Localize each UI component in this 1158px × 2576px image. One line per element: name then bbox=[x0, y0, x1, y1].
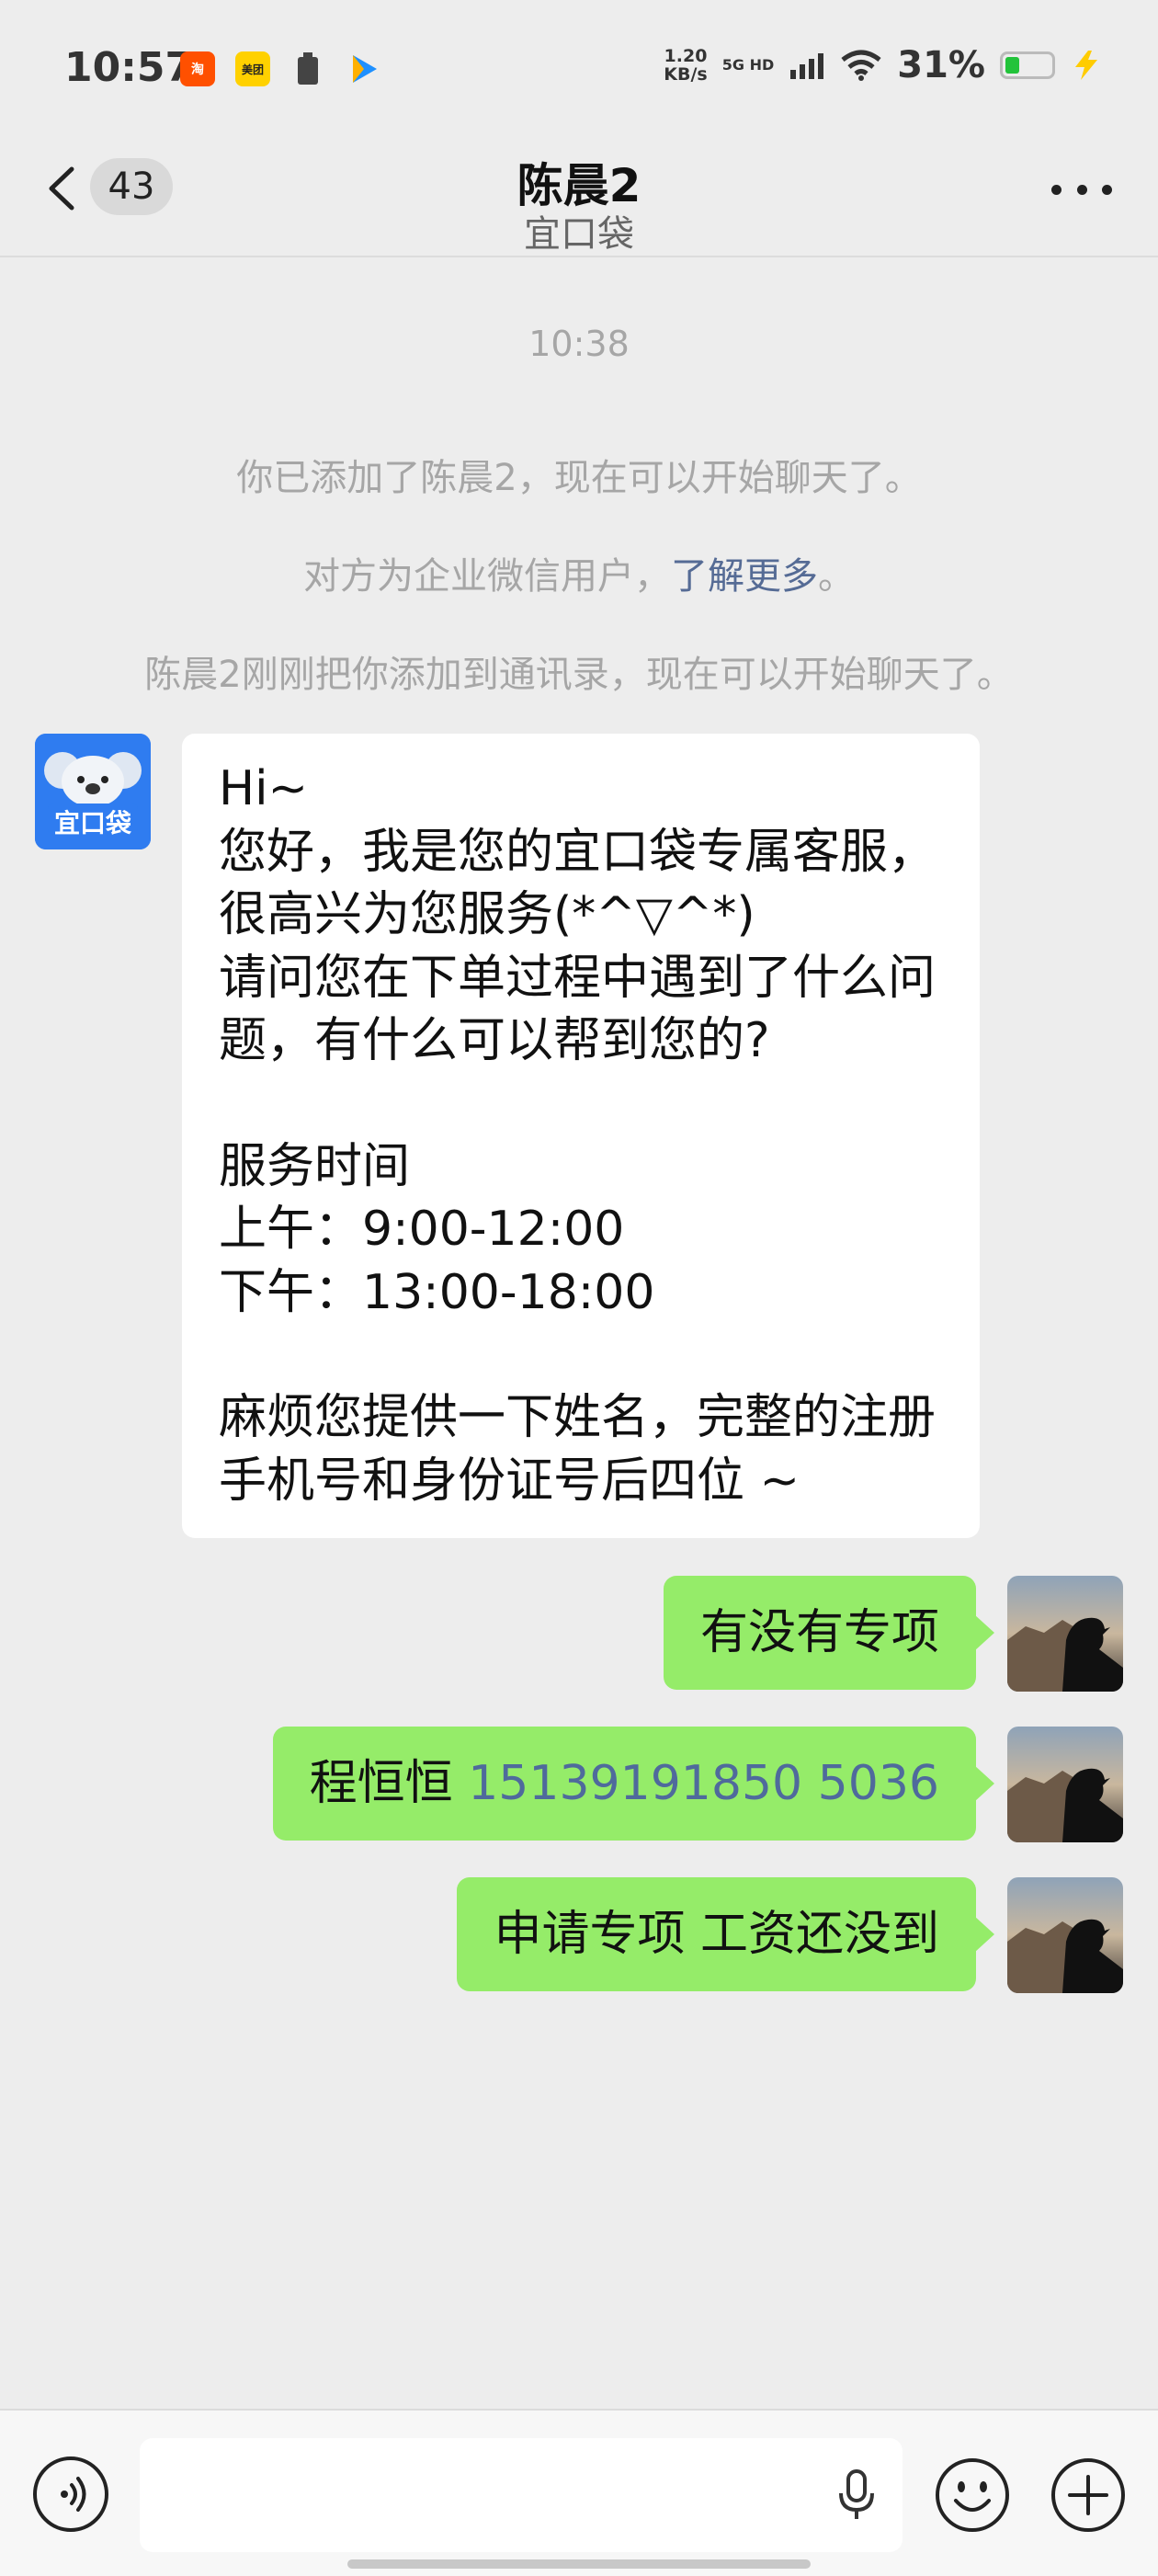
message-timestamp: 10:38 bbox=[528, 324, 630, 364]
wifi-icon bbox=[841, 50, 881, 81]
status-time: 10:57 bbox=[64, 44, 194, 91]
contact-avatar[interactable]: 宜口袋 bbox=[35, 734, 151, 849]
my-avatar[interactable] bbox=[1007, 1877, 1123, 1993]
network-type: 5G HD bbox=[721, 56, 775, 74]
more-dot-icon bbox=[1076, 184, 1087, 195]
outgoing-message-bubble[interactable]: 程恒恒 15139191850 5036 bbox=[272, 1727, 995, 1841]
input-bar bbox=[0, 2409, 1158, 2576]
more-dot-icon bbox=[1102, 184, 1112, 195]
charging-icon bbox=[1075, 51, 1097, 80]
avatar-photo-icon bbox=[1007, 1727, 1123, 1842]
taobao-icon: 淘 bbox=[180, 51, 215, 86]
message-line: Hi~ bbox=[219, 761, 309, 816]
add-more-button[interactable] bbox=[1050, 2456, 1127, 2534]
chat-header: 43 陈晨2 宜口袋 bbox=[0, 138, 1158, 257]
message-line: 手机号和身份证号后四位 ~ bbox=[219, 1453, 800, 1509]
battery-fill bbox=[1005, 57, 1019, 74]
message-line: 很高兴为您服务(*^▽^*) bbox=[219, 887, 755, 942]
message-line: 题，有什么可以帮到您的? bbox=[219, 1013, 770, 1068]
voice-wave-icon bbox=[61, 2477, 86, 2512]
signal-icon bbox=[790, 53, 824, 79]
system-message: 对方为企业微信用户，了解更多。 bbox=[303, 555, 855, 598]
phone-number-link[interactable]: 15139191850 5036 bbox=[468, 1756, 939, 1811]
battery-saver-icon bbox=[290, 51, 325, 86]
message-line: 您好，我是您的宜口袋专属客服， bbox=[219, 824, 937, 880]
emoji-button[interactable] bbox=[934, 2456, 1011, 2534]
my-avatar[interactable] bbox=[1007, 1576, 1123, 1692]
message-line bbox=[219, 1073, 943, 1135]
status-bar: 10:57 淘 美团 1.20 KB/s 5G HD 31% bbox=[0, 0, 1158, 138]
message-line bbox=[219, 1324, 943, 1386]
message-line: 麻烦您提供一下姓名，完整的注册 bbox=[219, 1390, 937, 1445]
net-speed: 1.20 KB/s bbox=[664, 46, 708, 85]
avatar-photo-icon bbox=[1007, 1576, 1123, 1692]
battery-percent: 31% bbox=[897, 44, 985, 86]
status-right: 1.20 KB/s 5G HD 31% bbox=[664, 44, 1103, 86]
avatar-photo-icon bbox=[1007, 1877, 1123, 1993]
notification-icons: 淘 美团 bbox=[180, 51, 380, 86]
message-input[interactable] bbox=[140, 2438, 903, 2552]
message-line: 上午：9:00-12:00 bbox=[219, 1202, 625, 1257]
more-dot-icon bbox=[1051, 184, 1062, 195]
outgoing-message-bubble[interactable]: 有没有专项 bbox=[663, 1576, 995, 1690]
system-message: 陈晨2刚刚把你添加到通讯录，现在可以开始聊天了。 bbox=[144, 654, 1014, 696]
battery-icon bbox=[1000, 51, 1055, 79]
voice-input-button[interactable] bbox=[33, 2456, 108, 2532]
video-app-icon bbox=[346, 51, 380, 86]
page-subtitle: 宜口袋 bbox=[524, 213, 634, 256]
incoming-message-bubble[interactable]: Hi~ 您好，我是您的宜口袋专属客服， 很高兴为您服务(*^▽^*) 请问您在下… bbox=[182, 734, 980, 1538]
avatar-label: 宜口袋 bbox=[53, 808, 131, 838]
more-options-button[interactable] bbox=[1051, 180, 1112, 199]
outgoing-message-bubble[interactable]: 申请专项 工资还没到 bbox=[457, 1877, 994, 1991]
my-avatar[interactable] bbox=[1007, 1727, 1123, 1842]
learn-more-link[interactable]: 了解更多 bbox=[671, 555, 818, 598]
home-indicator[interactable] bbox=[347, 2559, 811, 2569]
meituan-icon: 美团 bbox=[235, 51, 270, 86]
message-line: 服务时间 bbox=[219, 1138, 411, 1194]
message-line: 请问您在下单过程中遇到了什么问 bbox=[219, 950, 937, 1006]
microphone-icon[interactable] bbox=[829, 2466, 884, 2525]
message-line: 下午：13:00-18:00 bbox=[219, 1264, 655, 1320]
system-message: 你已添加了陈晨2，现在可以开始聊天了。 bbox=[236, 457, 922, 499]
